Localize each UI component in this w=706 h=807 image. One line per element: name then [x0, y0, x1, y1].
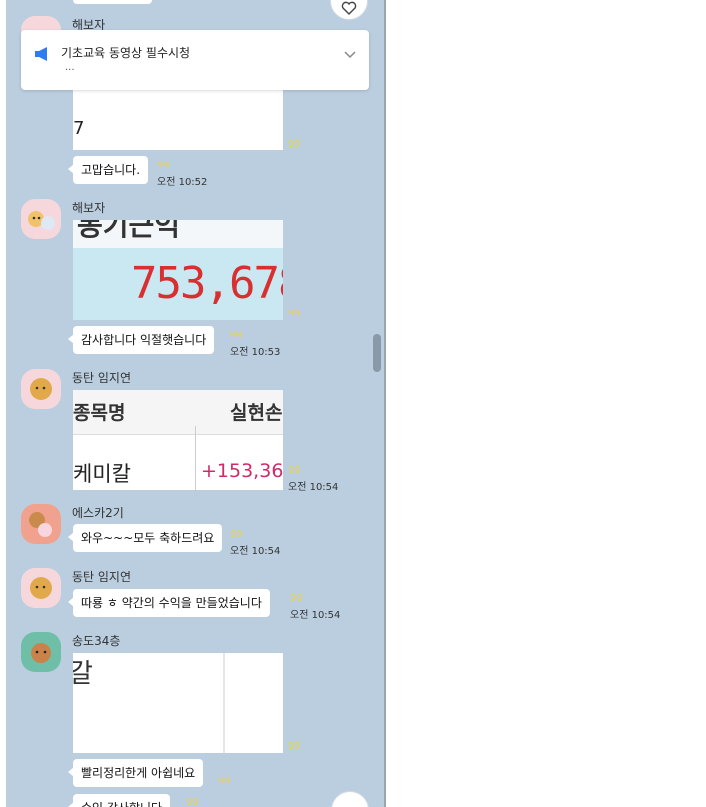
sender-name: 동탄 임지연	[72, 570, 132, 584]
unread-count: 99	[218, 776, 231, 787]
unread-count: 99	[230, 330, 243, 341]
heart-icon	[341, 1, 357, 15]
timestamp: 오전 10:54	[290, 610, 341, 621]
chat-room: 해보자 7 99 고맙습니다. 99 오전 10:52 해보자 동기근익 753…	[6, 0, 384, 807]
message-image[interactable]: 동기근익 753,678	[73, 220, 283, 320]
character-avatar-icon	[28, 211, 55, 230]
unread-count: 99	[290, 593, 303, 604]
timestamp: 오전 10:52	[157, 177, 208, 188]
sender-name: 동탄 임지연	[72, 371, 132, 385]
avatar[interactable]	[21, 369, 61, 409]
message-bubble[interactable]: 감사합니다 익절햇습니다	[67, 326, 215, 354]
unread-count: 99	[288, 139, 301, 150]
image-value: 753,678	[131, 258, 283, 309]
message-image[interactable]: 갈	[73, 653, 283, 753]
character-avatar-icon	[30, 378, 52, 400]
timestamp: 오전 10:53	[230, 347, 281, 358]
message-bubble[interactable]: 고맙습니다.	[67, 156, 149, 184]
unread-count: 99	[288, 465, 301, 476]
table-cell: 케미칼	[73, 462, 131, 486]
image-text: 7	[73, 118, 85, 139]
avatar[interactable]	[21, 199, 61, 239]
image-text: 동기근익	[77, 220, 181, 242]
unread-count: 99	[288, 741, 301, 752]
sender-name: 해보자	[72, 201, 106, 215]
message-bubble[interactable]: 따룡 ㅎ 약간의 수익을 만들었습니다	[68, 589, 270, 617]
table-divider	[195, 426, 196, 490]
message-image[interactable]: 종목명 실현손 케미칼 +153,36	[73, 390, 283, 490]
message-bubble[interactable]: 수익 감사합니다	[67, 794, 171, 807]
character-avatar-icon	[29, 512, 52, 537]
timestamp: 오전 10:54	[288, 482, 339, 493]
message-image[interactable]	[73, 0, 152, 4]
character-avatar-icon	[30, 577, 52, 599]
scroll-down-button[interactable]	[331, 791, 369, 807]
image-text: 갈	[73, 659, 93, 689]
table-cell: +153,36	[201, 460, 283, 482]
message-image[interactable]: 7	[73, 88, 283, 150]
notice-text: 기초교육 동영상 필수시청	[61, 46, 191, 60]
avatar[interactable]	[21, 504, 61, 544]
notice-banner[interactable]: 기초교육 동영상 필수시청 ...	[21, 30, 369, 90]
image-divider	[223, 653, 225, 753]
megaphone-icon	[34, 46, 50, 65]
window-edge	[384, 0, 386, 807]
unread-count: 99	[288, 308, 301, 319]
message-bubble[interactable]: 와우~~~모두 축하드려요	[67, 524, 223, 552]
sender-name: 에스카2기	[72, 506, 124, 520]
notice-subtext: ...	[65, 62, 75, 73]
scrollbar-thumb[interactable]	[373, 334, 381, 372]
sender-name: 송도34층	[72, 634, 121, 648]
table-col-header: 실현손	[230, 402, 283, 424]
unread-count: 99	[157, 160, 170, 171]
character-avatar-icon	[31, 643, 51, 663]
unread-count: 99	[186, 797, 199, 807]
chevron-down-icon[interactable]	[343, 48, 357, 65]
table-col-header: 종목명	[73, 402, 126, 424]
message-bubble[interactable]: 빨리정리한게 아쉽네요	[67, 759, 204, 787]
avatar[interactable]	[21, 632, 61, 672]
avatar[interactable]	[21, 568, 61, 608]
timestamp: 오전 10:54	[230, 546, 281, 557]
heart-button[interactable]	[330, 0, 368, 20]
unread-count: 99	[230, 529, 243, 540]
